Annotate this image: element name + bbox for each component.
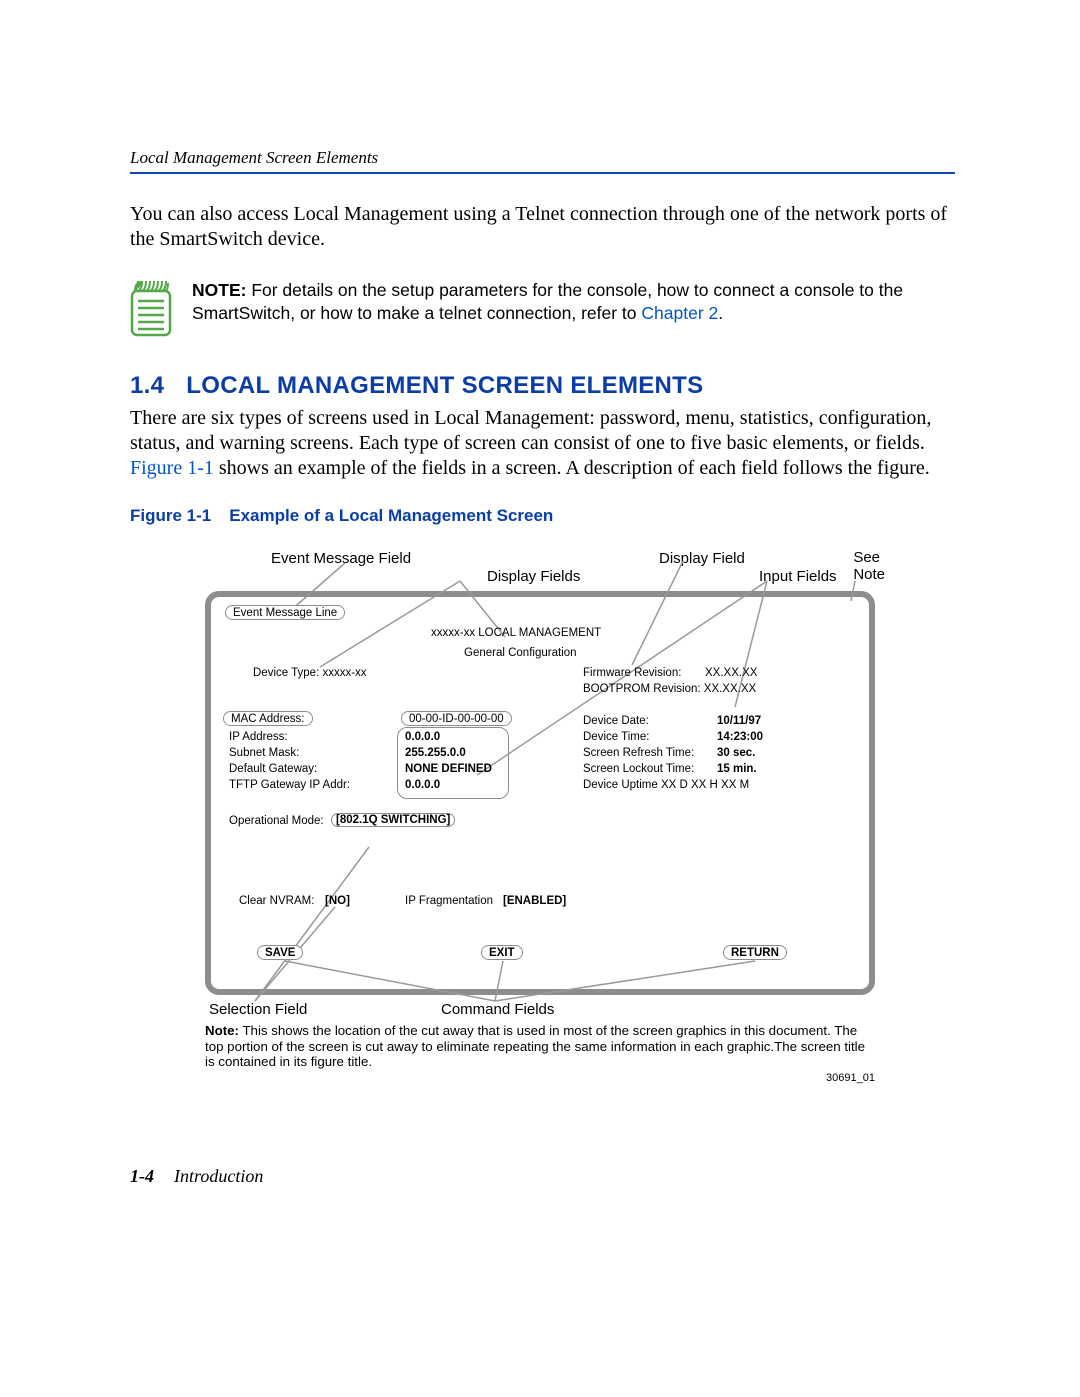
figure: Event Message Field Display Fields Displ… — [205, 550, 875, 1084]
section-number: 1.4 — [130, 372, 164, 399]
figure-caption: Figure 1-1 Example of a Local Management … — [130, 506, 955, 526]
row-lockout-label: Screen Lockout Time: — [583, 763, 694, 775]
label-input-fields: Input Fields — [759, 550, 837, 585]
row-subnet-value: 255.255.0.0 — [405, 747, 466, 759]
screen-title: xxxxx-xx LOCAL MANAGEMENT — [431, 627, 601, 639]
row-tftp-value: 0.0.0.0 — [405, 779, 440, 791]
label-command-fields: Command Fields — [441, 1001, 554, 1018]
event-message-line: Event Message Line — [225, 605, 345, 620]
page-number: 1-4 — [130, 1166, 154, 1186]
running-header: Local Management Screen Elements — [130, 148, 955, 168]
clear-nvram-label: Clear NVRAM: — [239, 895, 314, 907]
row-gateway-value: NONE DEFINED — [405, 763, 492, 775]
row-subnet-label: Subnet Mask: — [229, 747, 299, 759]
label-event-message-field: Event Message Field — [205, 550, 467, 585]
row-time-label: Device Time: — [583, 731, 649, 743]
figure-number: Figure 1-1 — [130, 506, 211, 525]
section-paragraph: There are six types of screens used in L… — [130, 406, 955, 481]
op-mode-label: Operational Mode: — [229, 815, 324, 827]
row-ip-label: IP Address: — [229, 731, 288, 743]
figure-ref-link[interactable]: Figure 1-1 — [130, 457, 214, 479]
cmd-save: SAVE — [257, 945, 303, 960]
row-tftp-label: TFTP Gateway IP Addr: — [229, 779, 350, 791]
row-mac-value: 00-00-ID-00-00-00 — [401, 711, 512, 726]
figure-note-text: This shows the location of the cut away … — [205, 1023, 865, 1069]
figure-code: 30691_01 — [205, 1072, 875, 1084]
firmware-label: Firmware Revision: — [583, 667, 681, 679]
note-icon — [130, 277, 172, 342]
cmd-exit: EXIT — [481, 945, 523, 960]
row-mac-label: MAC Address: — [223, 711, 313, 726]
op-mode-value: [802.1Q SWITCHING] — [331, 813, 455, 827]
header-rule — [130, 172, 955, 174]
row-ip-value: 0.0.0.0 — [405, 731, 440, 743]
note-period: . — [718, 303, 723, 323]
row-lockout-value: 15 min. — [717, 763, 757, 775]
chapter-link[interactable]: Chapter 2 — [641, 303, 718, 323]
section-heading: 1.4 LOCAL MANAGEMENT SCREEN ELEMENTS — [130, 372, 955, 400]
label-selection-field: Selection Field — [209, 1001, 307, 1018]
chapter-name: Introduction — [174, 1166, 263, 1186]
figure-note: Note: This shows the location of the cut… — [205, 1023, 875, 1070]
figure-note-label: Note: — [205, 1023, 239, 1038]
note-block: NOTE: For details on the setup parameter… — [130, 277, 955, 342]
page-footer: 1-4 Introduction — [130, 1166, 955, 1187]
firmware-value: XX.XX.XX — [705, 667, 757, 679]
row-date-label: Device Date: — [583, 715, 649, 727]
bootprom: BOOTPROM Revision: XX.XX.XX — [583, 683, 756, 695]
note-body: For details on the setup parameters for … — [192, 280, 903, 323]
cmd-return: RETURN — [723, 945, 787, 960]
screen-frame: Event Message Line xxxxx-xx LOCAL MANAGE… — [205, 591, 875, 995]
figure-title: Example of a Local Management Screen — [229, 506, 553, 525]
section-title: LOCAL MANAGEMENT SCREEN ELEMENTS — [186, 372, 703, 399]
ipfrag-value: [ENABLED] — [503, 895, 566, 907]
row-refresh-label: Screen Refresh Time: — [583, 747, 694, 759]
row-date-value: 10/11/97 — [717, 715, 761, 727]
label-display-fields: Display Fields — [467, 550, 659, 585]
row-uptime: Device Uptime XX D XX H XX M — [583, 779, 749, 791]
ipfrag-label: IP Fragmentation — [405, 895, 493, 907]
figure-top-labels: Event Message Field Display Fields Displ… — [205, 550, 875, 585]
row-time-value: 14:23:00 — [717, 731, 763, 743]
row-gateway-label: Default Gateway: — [229, 763, 317, 775]
para2-a: There are six types of screens used in L… — [130, 407, 931, 454]
note-label: NOTE: — [192, 280, 246, 300]
clear-nvram-value: [NO] — [325, 895, 350, 907]
label-see-note: See Note — [853, 550, 885, 583]
note-text: NOTE: For details on the setup parameter… — [192, 277, 955, 325]
figure-bottom-labels: Selection Field Command Fields — [205, 1001, 875, 1021]
row-refresh-value: 30 sec. — [717, 747, 755, 759]
screen-subtitle: General Configuration — [464, 647, 577, 659]
device-type: Device Type: xxxxx-xx — [253, 667, 367, 679]
intro-paragraph: You can also access Local Management usi… — [130, 202, 955, 252]
label-display-field: Display Field — [659, 550, 759, 585]
para2-b: shows an example of the fields in a scre… — [214, 457, 930, 479]
